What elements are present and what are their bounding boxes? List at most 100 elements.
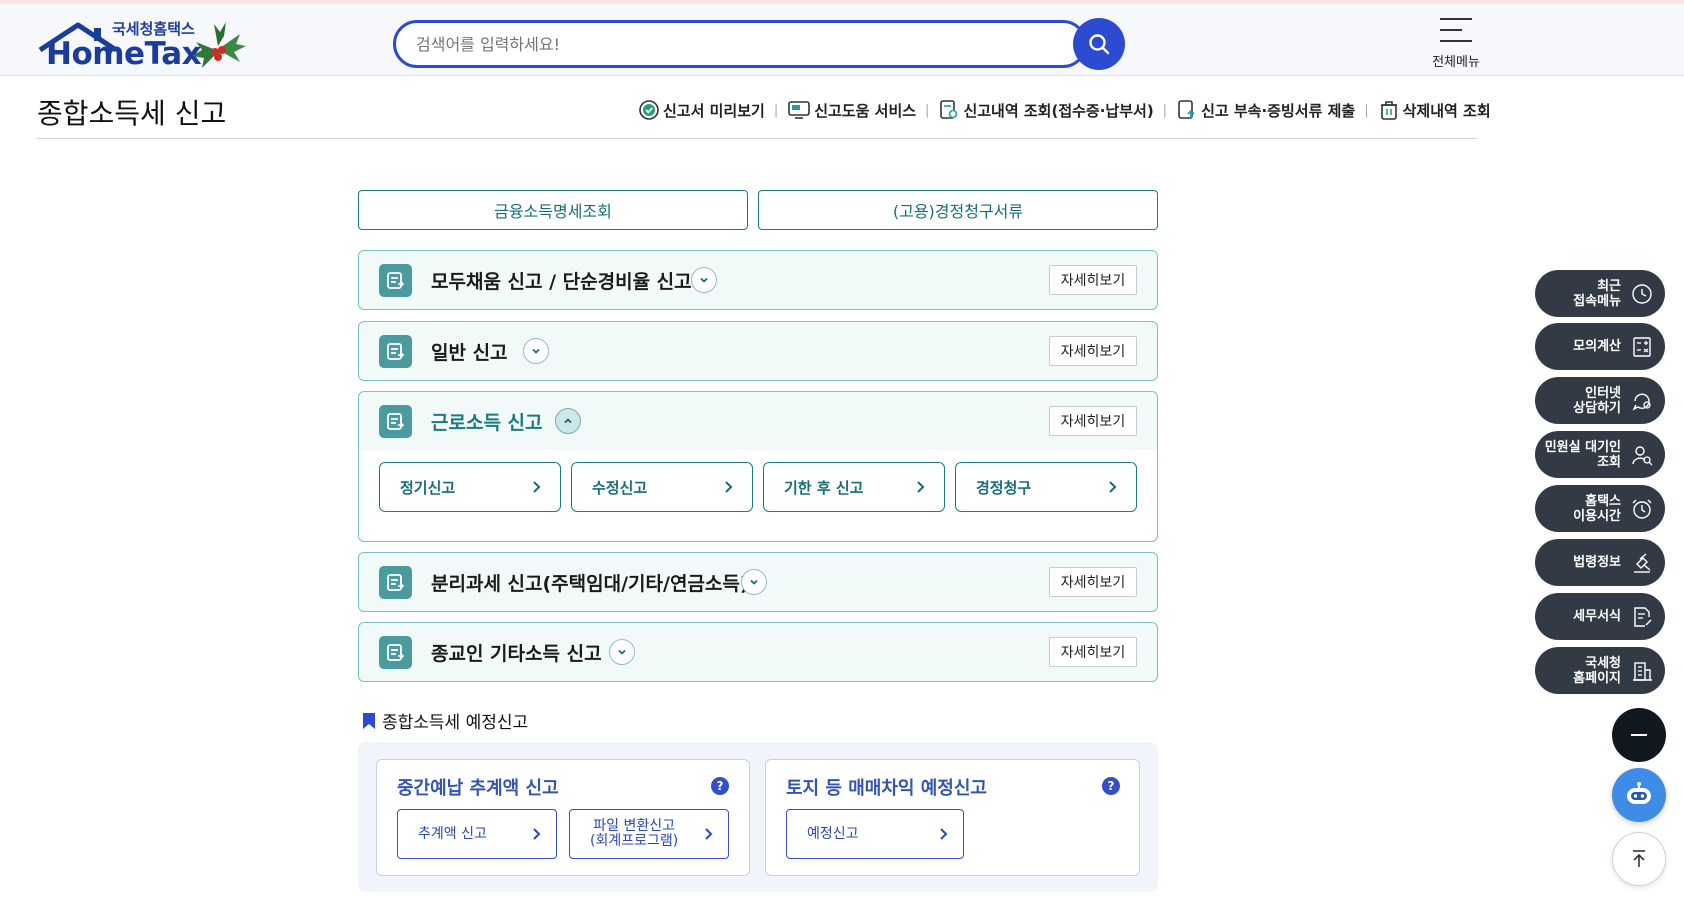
quick-link-label: 신고 부속·증빙서류 제출 [1201,101,1356,120]
float-label: 국세청 홈페이지 [1573,655,1621,686]
quick-link-label: 신고내역 조회(접수증·납부서) [963,101,1154,120]
sub-button-label: 수정신고 [592,478,648,497]
quick-link-help-service[interactable]: 신고도움 서비스 [787,99,916,121]
amended-filing-button[interactable]: 수정신고 [571,462,753,512]
collapse-menu-button[interactable] [1612,708,1666,762]
document-search-icon [940,100,958,119]
quick-links: 신고서 미리보기 | 신고도움 서비스 | 신고내역 조회(접수증·납부서) |… [638,98,1491,122]
detail-button[interactable]: 자세히보기 [1049,265,1137,295]
document-icon [379,566,412,599]
float-service-hours[interactable]: 홈택스 이용시간 [1535,485,1665,532]
panel-header[interactable]: 일반 신고 자세히보기 [359,322,1157,380]
correction-claim-button[interactable]: 경정청구 [955,462,1137,512]
scroll-top-button[interactable] [1612,832,1666,886]
all-menu-button[interactable]: 전체메뉴 [1424,18,1488,70]
panel-religious-income: 종교인 기타소득 신고 자세히보기 [358,622,1158,682]
button-label: 추계액 신고 [418,825,487,842]
panel-header[interactable]: 종교인 기타소득 신고 자세히보기 [359,623,1157,681]
form-edit-icon [1634,607,1652,627]
hometax-logo[interactable]: 국세청홈택스 HomeTax [36,18,251,76]
detail-button[interactable]: 자세히보기 [1049,567,1137,597]
panel-earned-income-filing: 근로소득 신고 자세히보기 정기신고 수정신고 기한 후 신고 경정청구 [358,391,1158,542]
button-label: 예정신고 [807,825,859,842]
sub-menu-area: 정기신고 수정신고 기한 후 신고 경정청구 [359,450,1157,540]
late-filing-button[interactable]: 기한 후 신고 [763,462,945,512]
chevron-down-icon[interactable] [523,338,549,364]
estimated-filing-button[interactable]: 추계액 신고 [397,809,557,859]
float-recent-menu[interactable]: 최근 접속메뉴 [1535,270,1665,317]
search-input[interactable] [393,20,1087,68]
panel-title: 분리과세 신고(주택임대/기타/연금소득) [431,573,749,595]
float-law-info[interactable]: 법령정보 [1535,539,1665,586]
float-internet-counsel[interactable]: 인터넷 상담하기 [1535,377,1665,424]
quick-link-filing-history[interactable]: 신고내역 조회(접수증·납부서) [938,99,1154,121]
preliminary-filing-button[interactable]: 예정신고 [786,809,964,859]
file-conversion-filing-button[interactable]: 파일 변환신고 (회계프로그램) [569,809,729,859]
document-icon [379,636,412,669]
financial-income-lookup-button[interactable]: 금융소득명세조회 [358,190,748,230]
float-label: 법령정보 [1573,555,1621,570]
person-search-icon [1632,446,1653,466]
correction-claim-documents-button[interactable]: (고용)경정청구서류 [758,190,1158,230]
title-divider [37,138,1477,139]
quick-link-attachment-submit[interactable]: 신고 부속·증빙서류 제출 [1176,99,1355,121]
panel-header[interactable]: 모두채움 신고 / 단순경비율 신고 자세히보기 [359,251,1157,309]
card-title: 중간예납 추계액 신고 [397,778,559,799]
detail-button[interactable]: 자세히보기 [1049,637,1137,667]
float-label: 세무서식 [1573,609,1621,624]
land-sale-prepayment-card: 토지 등 매매차익 예정신고 ? 예정신고 [765,759,1140,876]
document-icon [379,335,412,368]
panel-simple-filing: 모두채움 신고 / 단순경비율 신고 자세히보기 [358,250,1158,310]
help-icon[interactable]: ? [1102,777,1120,795]
chevron-up-icon[interactable] [555,408,581,434]
help-icon[interactable]: ? [711,777,729,795]
trash-icon [1380,101,1397,120]
section-title-text: 종합소득세 예정신고 [382,713,529,733]
chevron-down-icon[interactable] [741,569,767,595]
detail-button[interactable]: 자세히보기 [1049,336,1137,366]
float-nts-homepage[interactable]: 국세청 홈페이지 [1535,647,1665,694]
panel-separate-taxation: 분리과세 신고(주택임대/기타/연금소득) 자세히보기 [358,552,1158,612]
sub-button-label: 경정청구 [976,478,1032,497]
float-tax-forms[interactable]: 세무서식 [1535,593,1665,640]
prepayment-area: 중간예납 추계액 신고 ? 추계액 신고 파일 변환신고 (회계프로그램) 토지… [358,742,1158,892]
chevron-right-icon [940,828,948,840]
document-icon [379,264,412,297]
chevron-right-icon [725,481,733,493]
float-label: 인터넷 상담하기 [1573,385,1621,416]
float-waiting-lookup[interactable]: 민원실 대기인 조회 [1535,431,1665,478]
quick-link-form-preview[interactable]: 신고서 미리보기 [638,99,765,121]
sub-button-label: 기한 후 신고 [784,478,864,497]
chevron-right-icon [533,828,541,840]
chat-icon [1632,393,1651,411]
chevron-down-icon[interactable] [609,639,635,665]
float-label: 최근 접속메뉴 [1573,278,1621,309]
quick-link-deleted-history[interactable]: 삭제내역 조회 [1378,99,1491,121]
detail-button[interactable]: 자세히보기 [1049,406,1137,436]
divider: | [1364,102,1369,118]
all-menu-label: 전체메뉴 [1432,55,1480,70]
search-bar [393,18,1125,70]
chevron-right-icon [917,481,925,493]
clock-icon [1632,284,1652,304]
check-circle-icon [639,100,659,120]
panel-title: 근로소득 신고 [431,412,543,434]
upload-document-icon [1178,100,1195,119]
search-button[interactable] [1073,18,1125,70]
calculator-icon [1633,337,1651,357]
regular-filing-button[interactable]: 정기신고 [379,462,561,512]
float-label: 모의계산 [1573,339,1621,354]
hamburger-icon [1440,18,1472,51]
button-label: 파일 변환신고 (회계프로그램) [590,818,679,849]
chevron-down-icon[interactable] [691,267,717,293]
chatbot-button[interactable] [1612,768,1666,822]
panel-title: 모두채움 신고 / 단순경비율 신고 [431,271,692,293]
panel-general-filing: 일반 신고 자세히보기 [358,321,1158,381]
chatbot-icon [1627,782,1651,804]
search-icon [1089,34,1110,55]
panel-header[interactable]: 분리과세 신고(주택임대/기타/연금소득) 자세히보기 [359,553,1157,611]
panel-title: 종교인 기타소득 신고 [431,643,602,665]
panel-header[interactable]: 근로소득 신고 자세히보기 [359,392,1157,450]
holly-decoration-icon [192,22,246,68]
float-mock-calc[interactable]: 모의계산 [1535,323,1665,370]
